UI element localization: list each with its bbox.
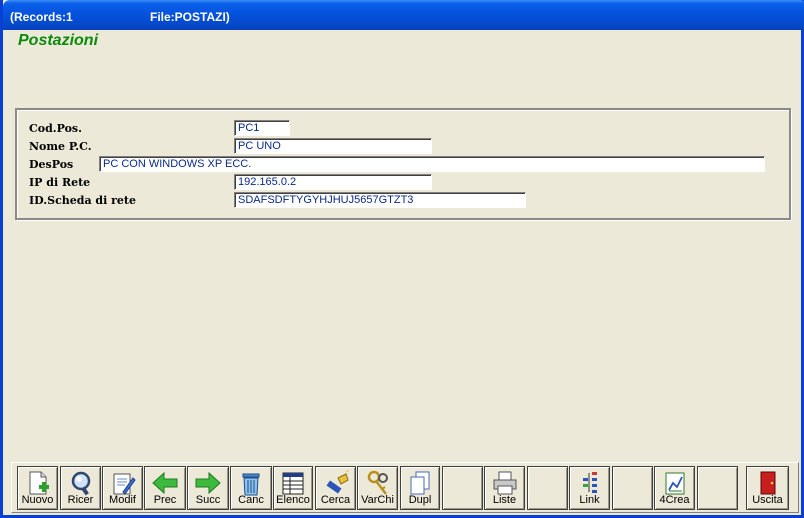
succ-button[interactable]: Succ [187, 466, 229, 510]
app-window: (Records:1 File:POSTAZI) Postazioni Cod.… [0, 0, 804, 518]
elenco-label: Elenco [276, 494, 310, 506]
cerca-button[interactable]: Cerca [315, 466, 356, 510]
ip-rete-field[interactable]: 192.165.0.2 [234, 174, 432, 190]
canc-button[interactable]: Canc [230, 466, 272, 510]
id-scheda-field[interactable]: SDAFSDFTYGYHJHUJ5657GTZT3 [234, 192, 526, 208]
liste-button[interactable]: Liste [484, 466, 525, 510]
link-button[interactable]: Link [569, 466, 610, 510]
keys-icon [367, 470, 388, 495]
form-title: Postazioni [18, 32, 99, 49]
modif-button[interactable]: Modif [102, 466, 143, 510]
cod-pos-label: Cod.Pos. [29, 122, 82, 135]
nome-pc-label: Nome P.C. [29, 140, 92, 153]
prec-button[interactable]: Prec [144, 466, 186, 510]
edit-document-icon [113, 473, 136, 495]
modif-label: Modif [109, 494, 136, 506]
printer-icon [493, 471, 516, 495]
arrow-left-icon [152, 471, 178, 495]
succ-label: Succ [195, 494, 221, 506]
dupl-label: Dupl [408, 494, 432, 506]
empty-button-1[interactable] [442, 466, 483, 510]
empty-button-2[interactable] [527, 466, 568, 510]
despos-field[interactable]: PC CON WINDOWS XP ECC. [99, 156, 765, 172]
4crea-button[interactable]: 4Crea [654, 466, 695, 510]
ricer-button[interactable]: Ricer [60, 466, 101, 510]
id-scheda-label: ID.Scheda di rete [29, 194, 136, 207]
exit-door-icon [760, 471, 775, 495]
liste-label: Liste [492, 494, 517, 506]
prec-label: Prec [153, 494, 177, 506]
uscita-label: Uscita [752, 494, 783, 506]
canc-label: Canc [238, 494, 264, 506]
varchi-button[interactable]: VarChi [357, 466, 398, 510]
cod-pos-field[interactable]: PC1 [234, 120, 290, 136]
new-document-icon [29, 471, 49, 495]
trash-icon [242, 473, 260, 496]
elenco-button[interactable]: Elenco [273, 466, 313, 510]
ricer-label: Ricer [67, 494, 94, 506]
ip-rete-label: IP di Rete [29, 176, 91, 189]
varchi-label: VarChi [361, 494, 394, 506]
duplicate-icon [410, 471, 430, 495]
dupl-button[interactable]: Dupl [400, 466, 440, 510]
nome-pc-field[interactable]: PC UNO [234, 138, 432, 154]
list-grid-icon [282, 472, 304, 495]
uscita-button[interactable]: Uscita [746, 466, 789, 510]
empty-button-3[interactable] [612, 466, 653, 510]
title-bar[interactable]: (Records:1 File:POSTAZI) [3, 0, 804, 30]
4crea-label: 4Crea [659, 494, 690, 506]
magnifier-icon [71, 471, 90, 496]
nuovo-label: Nuovo [21, 494, 54, 506]
link-tree-icon [582, 472, 597, 493]
nuovo-button[interactable]: Nuovo [17, 466, 58, 510]
empty-button-4[interactable] [697, 466, 738, 510]
link-label: Link [579, 494, 600, 506]
records-count: (Records:1 [10, 10, 73, 24]
file-name: File:POSTAZI) [150, 10, 230, 24]
cerca-label: Cerca [320, 494, 351, 506]
despos-label: DesPos [29, 158, 74, 171]
flashlight-icon [326, 470, 349, 494]
arrow-right-icon [195, 471, 221, 495]
create-chart-icon [665, 472, 684, 495]
